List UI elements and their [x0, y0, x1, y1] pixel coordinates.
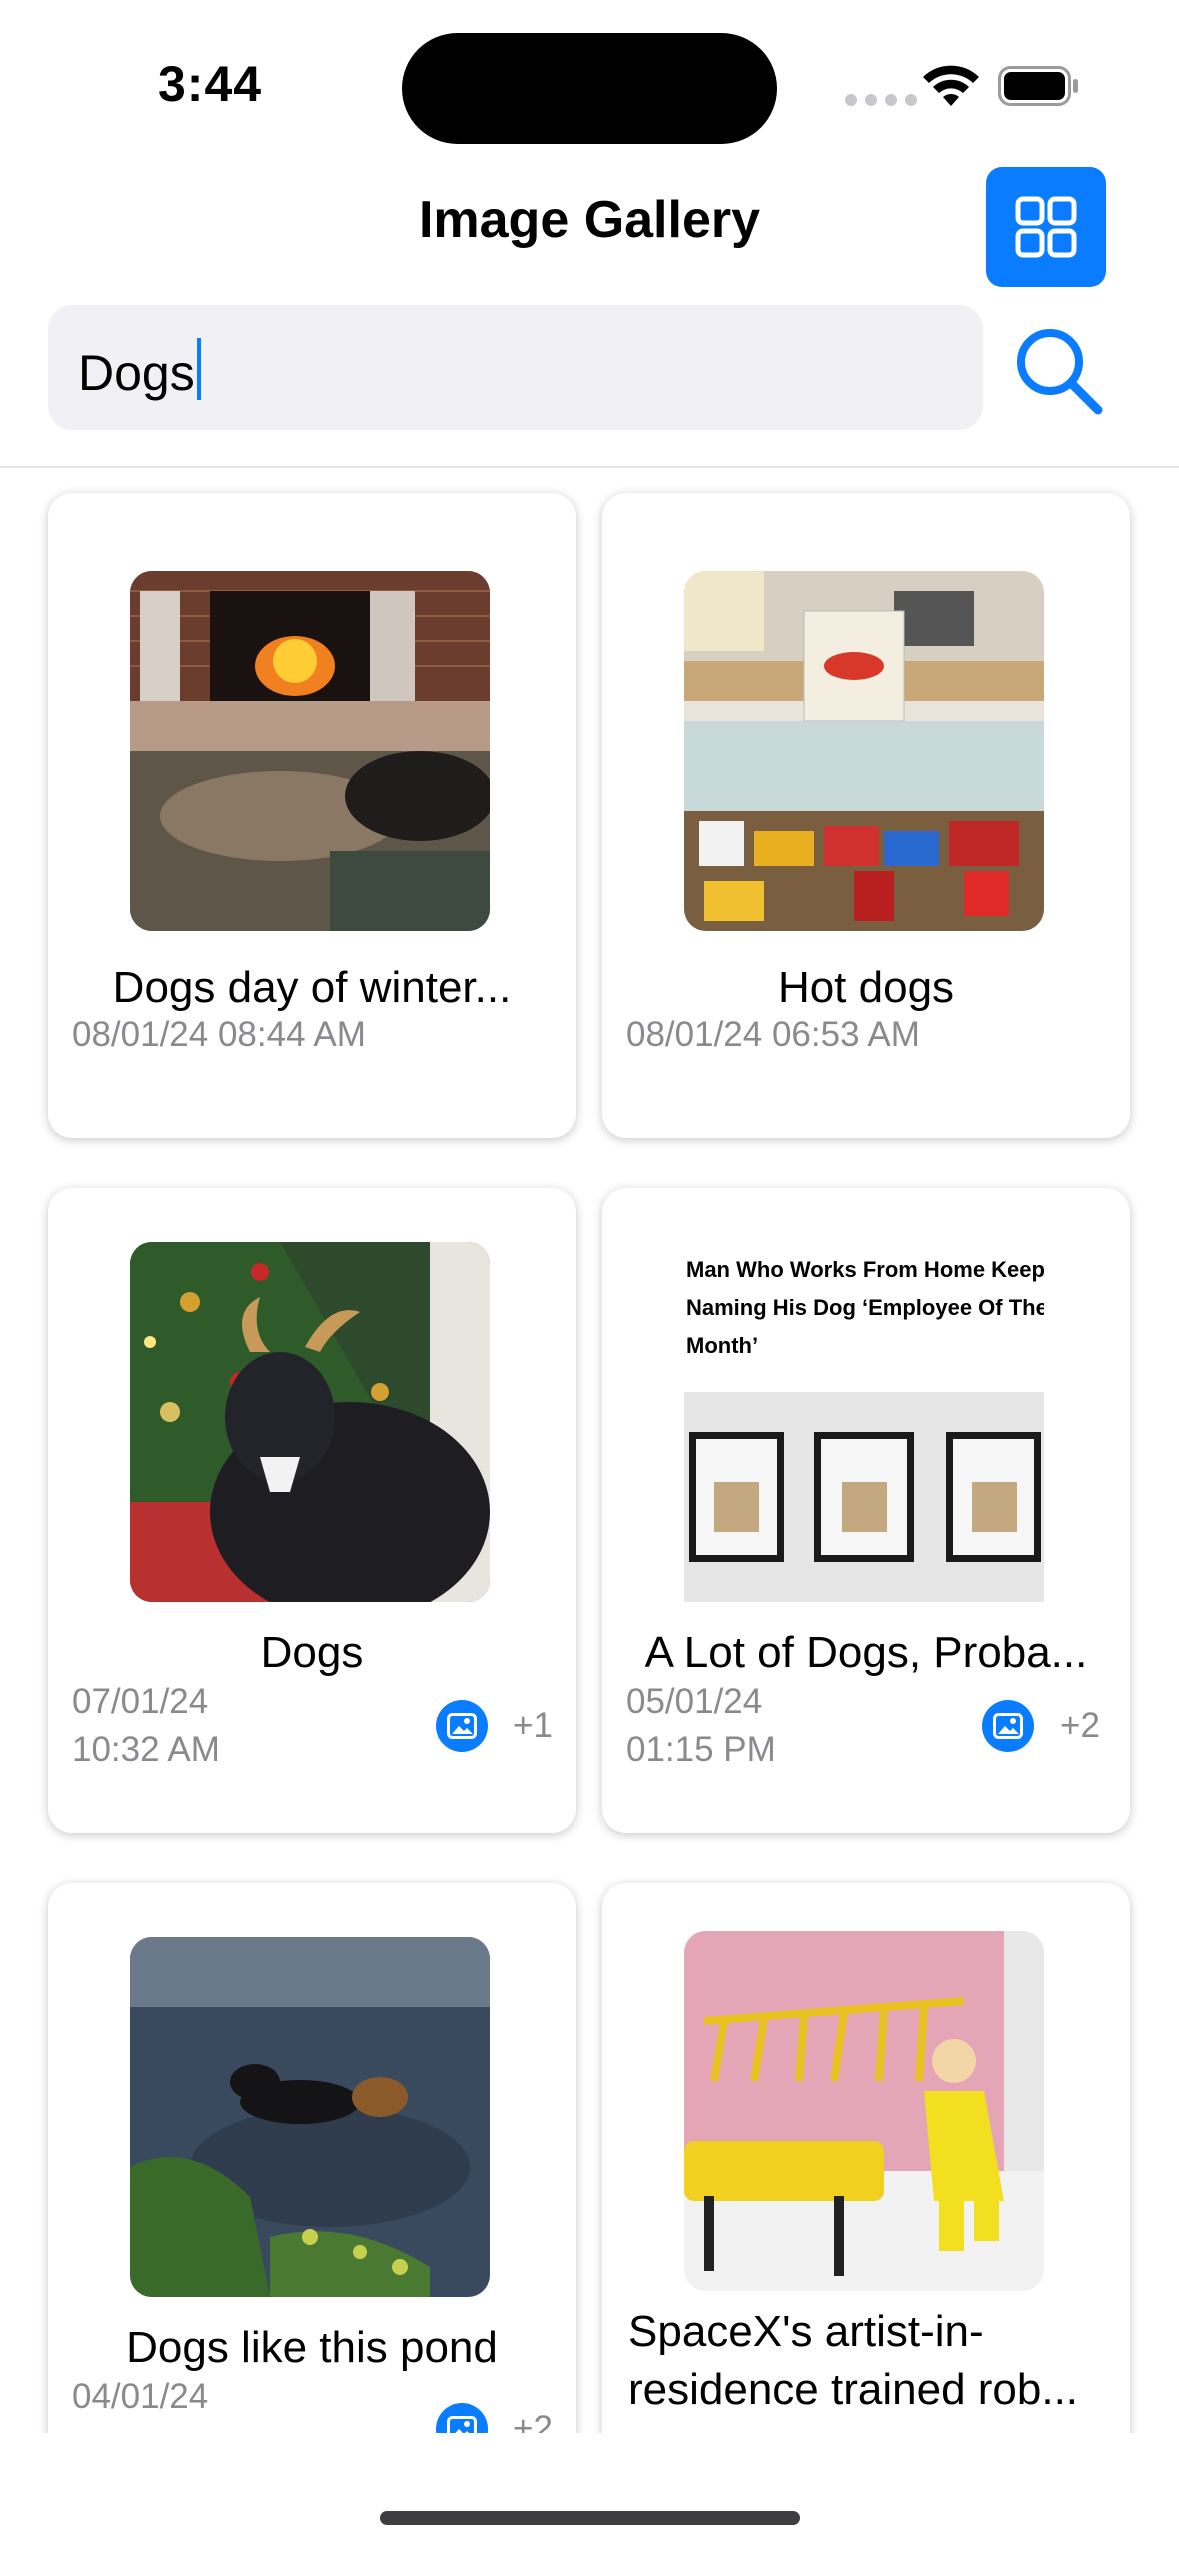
wifi-icon — [923, 65, 979, 106]
thumbnail-image — [130, 1937, 490, 2297]
card-date-time: 01:15 PM — [626, 1730, 776, 1769]
image-icon — [447, 2416, 477, 2433]
card-date: 04/01/24 — [72, 2373, 208, 2421]
gallery-card[interactable]: Hot dogs 08/01/24 06:53 AM — [602, 493, 1130, 1138]
svg-text:Naming His Dog ‘Employee Of Th: Naming His Dog ‘Employee Of The — [686, 1295, 1044, 1320]
search-input[interactable]: Dogs — [48, 305, 983, 430]
thumbnail-image — [684, 1931, 1044, 2291]
card-date: 05/01/24 01:15 PM — [626, 1678, 776, 1774]
card-caption: A Lot of Dogs, Proba... — [644, 1628, 1088, 1677]
status-time: 3:44 — [158, 56, 263, 112]
image-count-badge — [436, 1700, 488, 1752]
search-input-value: Dogs — [78, 345, 195, 401]
thumbnail-image — [130, 1242, 490, 1602]
image-count-badge — [436, 2403, 488, 2433]
grid-view-button[interactable] — [986, 167, 1106, 287]
card-date-day: 04/01/24 — [72, 2377, 209, 2416]
extra-image-count: +2 — [513, 2409, 553, 2433]
gallery-card[interactable]: Man Who Works From Home Keeps Naming His… — [602, 1188, 1130, 1833]
svg-text:Month’: Month’ — [686, 1333, 758, 1358]
extra-image-count: +2 — [1060, 1706, 1100, 1745]
cellular-signal-icon — [845, 94, 917, 106]
thumbnail-image — [684, 571, 1044, 931]
text-caret — [196, 338, 201, 400]
home-indicator[interactable] — [380, 2511, 800, 2525]
gallery-card[interactable]: Dogs day of winter... 08/01/24 08:44 AM — [48, 493, 576, 1138]
image-icon — [993, 1713, 1023, 1739]
card-caption: Dogs like this pond — [126, 2323, 498, 2372]
search-icon[interactable] — [1010, 322, 1110, 422]
card-date: 08/01/24 08:44 AM — [72, 1015, 366, 1054]
thumbnail-image — [130, 571, 490, 931]
extra-image-count: +1 — [513, 1706, 553, 1745]
thumbnail-image: Man Who Works From Home Keeps Naming His… — [684, 1242, 1044, 1602]
card-caption: Dogs — [260, 1628, 364, 1677]
card-date-time: 10:32 AM — [72, 1730, 220, 1769]
card-date-day: 07/01/24 — [72, 1682, 209, 1721]
card-caption: SpaceX's artist-in- residence trained ro… — [628, 2303, 1108, 2419]
card-caption: Dogs day of winter... — [112, 963, 512, 1012]
card-caption: Hot dogs — [777, 963, 955, 1012]
image-icon — [447, 1713, 477, 1739]
card-caption-line: residence trained rob... — [628, 2365, 1079, 2414]
grid-icon — [1015, 196, 1077, 258]
gallery-card[interactable]: Dogs like this pond 04/01/24 +2 — [48, 1883, 576, 2433]
card-date: 07/01/24 10:32 AM — [72, 1678, 220, 1774]
dynamic-island — [402, 33, 777, 144]
card-date-day: 05/01/24 — [626, 1682, 763, 1721]
gallery-card[interactable]: SpaceX's artist-in- residence trained ro… — [602, 1883, 1130, 2433]
card-date: 08/01/24 06:53 AM — [626, 1015, 920, 1054]
battery-icon — [998, 66, 1078, 106]
card-caption-line: SpaceX's artist-in- — [628, 2307, 984, 2356]
svg-text:Man Who Works From Home Keeps: Man Who Works From Home Keeps — [686, 1257, 1044, 1282]
image-count-badge — [982, 1700, 1034, 1752]
gallery-grid: Dogs day of winter... 08/01/24 08:44 AM — [0, 468, 1179, 2433]
gallery-card[interactable]: Dogs 07/01/24 10:32 AM +1 — [48, 1188, 576, 1833]
